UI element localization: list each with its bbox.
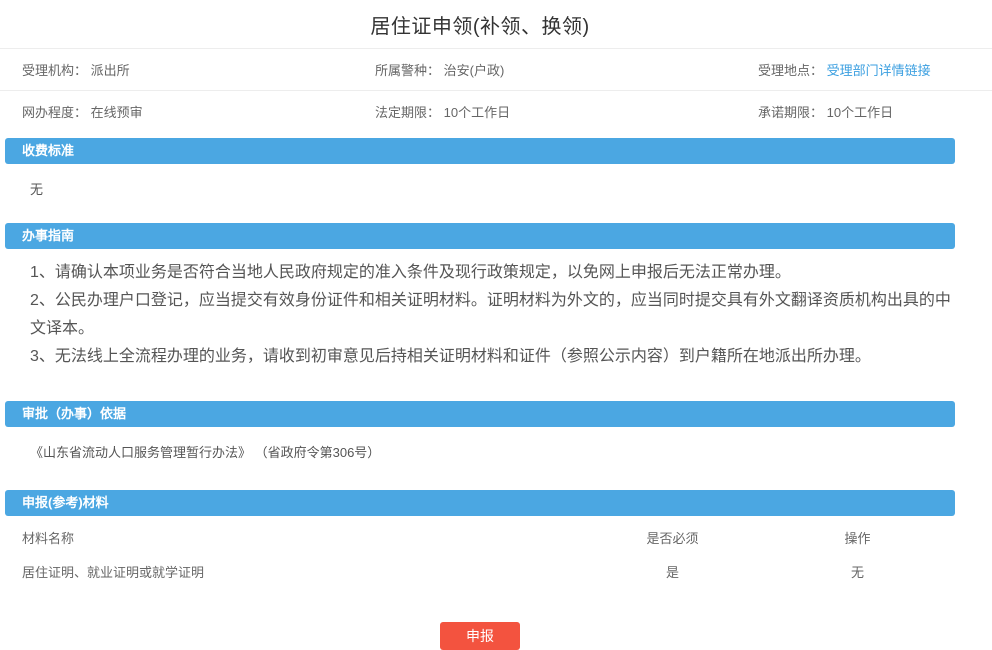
promised-time-limit-field: 承诺期限： 10个工作日 [758, 102, 992, 121]
online-degree-value: 在线预审 [91, 105, 143, 120]
police-category-field: 所属警种： 治安(户政) [375, 60, 758, 79]
materials-column-operation: 操作 [760, 528, 955, 547]
material-operation-cell: 无 [760, 562, 955, 581]
accepting-agency-value: 派出所 [91, 63, 130, 78]
material-name-cell: 居住证明、就业证明或就学证明 [22, 562, 585, 581]
submit-button[interactable]: 申报 [440, 622, 520, 650]
legal-time-limit-label: 法定期限： [375, 105, 440, 120]
online-degree-field: 网办程度： 在线预审 [22, 102, 375, 121]
materials-table-header-row: 材料名称 是否必须 操作 [22, 516, 955, 552]
materials-section-header: 申报(参考)材料 [5, 490, 955, 516]
materials-table-row: 居住证明、就业证明或就学证明 是 无 [22, 552, 955, 590]
accepting-location-details-link[interactable]: 受理部门详情链接 [827, 63, 931, 78]
guide-item-2: 2、公民办理户口登记，应当提交有效身份证件和相关证明材料。证明材料为外文的，应当… [30, 287, 962, 343]
guide-list: 1、请确认本项业务是否符合当地人民政府规定的准入条件及现行政策规定，以免网上申报… [0, 249, 992, 395]
accepting-location-label: 受理地点： [758, 63, 823, 78]
page-title: 居住证申领(补领、换领) [370, 10, 589, 39]
accepting-agency-label: 受理机构： [22, 63, 87, 78]
info-row-2: 网办程度： 在线预审 法定期限： 10个工作日 承诺期限： 10个工作日 [0, 90, 992, 132]
guide-item-3: 3、无法线上全流程办理的业务，请收到初审意见后持相关证明材料和证件（参照公示内容… [30, 343, 962, 371]
materials-column-required: 是否必须 [585, 528, 760, 547]
online-degree-label: 网办程度： [22, 105, 87, 120]
approval-basis-content: 《山东省流动人口服务管理暂行办法》 （省政府令第306号） [0, 427, 992, 484]
service-detail-page: 居住证申领(补领、换领) 受理机构： 派出所 所属警种： 治安(户政) 受理地点… [0, 0, 992, 650]
submit-button-container: 申报 [0, 622, 960, 650]
police-category-value: 治安(户政) [444, 63, 505, 78]
fee-standard-section-header: 收费标准 [5, 138, 955, 164]
materials-table: 材料名称 是否必须 操作 居住证明、就业证明或就学证明 是 无 [0, 516, 992, 590]
approval-basis-section-header: 审批（办事）依据 [5, 401, 955, 427]
materials-column-name: 材料名称 [22, 528, 585, 547]
guide-section-header: 办事指南 [5, 223, 955, 249]
promised-time-limit-label: 承诺期限： [758, 105, 823, 120]
legal-time-limit-field: 法定期限： 10个工作日 [375, 102, 758, 121]
info-row-1: 受理机构： 派出所 所属警种： 治安(户政) 受理地点： 受理部门详情链接 [0, 48, 992, 90]
fee-standard-content: 无 [0, 164, 992, 217]
guide-item-1: 1、请确认本项业务是否符合当地人民政府规定的准入条件及现行政策规定，以免网上申报… [30, 259, 962, 287]
material-required-cell: 是 [585, 562, 760, 581]
page-header: 居住证申领(补领、换领) [0, 0, 960, 48]
accepting-agency-field: 受理机构： 派出所 [22, 60, 375, 79]
legal-time-limit-value: 10个工作日 [444, 105, 510, 120]
police-category-label: 所属警种： [375, 63, 440, 78]
accepting-location-field: 受理地点： 受理部门详情链接 [758, 60, 992, 79]
promised-time-limit-value: 10个工作日 [827, 105, 893, 120]
